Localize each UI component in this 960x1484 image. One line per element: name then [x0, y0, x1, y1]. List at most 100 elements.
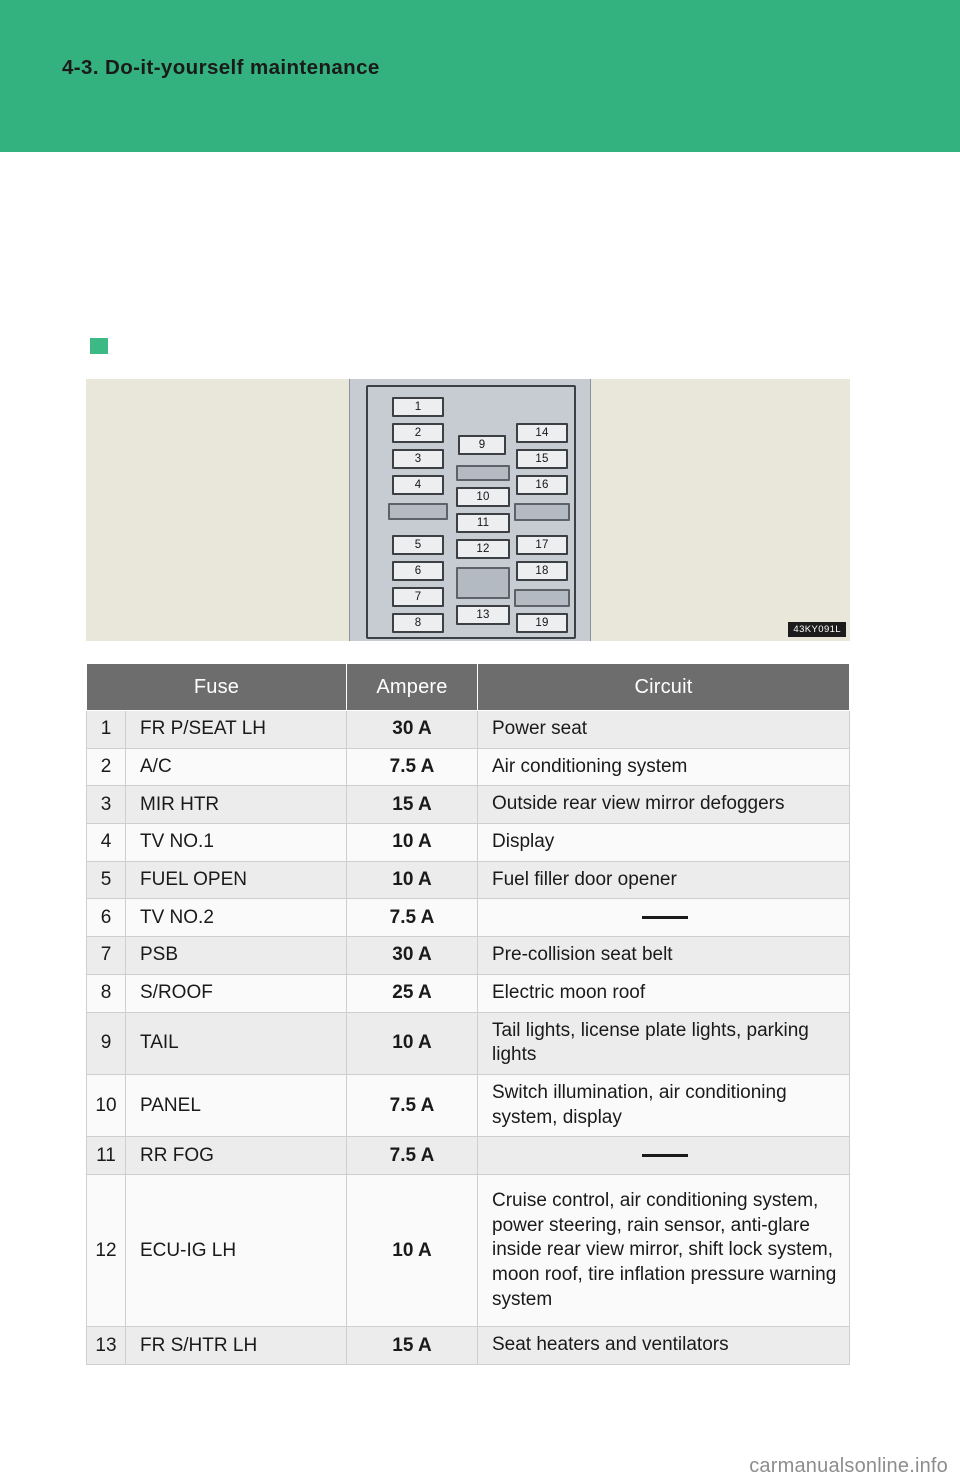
manual-page: 4-3. Do-it-yourself maintenance 1 2 3 4 … — [0, 0, 960, 1484]
cell-number: 13 — [86, 1326, 126, 1366]
column-header-circuit: Circuit — [477, 663, 850, 711]
cell-number: 9 — [86, 1011, 126, 1075]
table-row: 11 RR FOG 7.5 A — [86, 1136, 850, 1175]
cell-circuit: Tail lights, license plate lights, parki… — [477, 1011, 850, 1075]
page-header-band: 4-3. Do-it-yourself maintenance — [0, 0, 960, 152]
cell-number: 2 — [86, 747, 126, 787]
cell-number: 7 — [86, 936, 126, 975]
fuse-box-diagram: 1 2 3 4 5 6 7 8 9 10 11 12 13 14 15 16 1… — [366, 385, 576, 639]
cell-circuit — [477, 1136, 850, 1175]
table-row: 10 PANEL 7.5 A Switch illumination, air … — [86, 1073, 850, 1138]
cell-ampere: 30 A — [346, 710, 478, 749]
site-watermark: carmanualsonline.info — [749, 1455, 948, 1477]
cell-fuse-name: PANEL — [125, 1073, 347, 1138]
empty-circuit-dash — [641, 915, 688, 919]
fuse-table: Fuse Ampere Circuit 1 FR P/SEAT LH 30 A … — [86, 663, 850, 1366]
cell-ampere: 7.5 A — [346, 747, 478, 787]
cell-ampere: 15 A — [346, 785, 478, 825]
fuse-slot-7: 7 — [392, 587, 444, 607]
fuse-slot-11-label: 11 — [476, 517, 490, 529]
fuse-slot-15-label: 15 — [535, 453, 549, 465]
fuse-slot-14-label: 14 — [535, 427, 549, 439]
fuse-slot-4-label: 4 — [414, 479, 422, 491]
fuse-slot-13: 13 — [456, 605, 510, 625]
column-header-fuse: Fuse — [86, 663, 347, 711]
fuse-slot-13-label: 13 — [476, 609, 490, 621]
table-row: 6 TV NO.2 7.5 A — [86, 898, 850, 938]
fuse-slot-6-label: 6 — [414, 565, 422, 577]
cell-fuse-name: S/ROOF — [125, 973, 347, 1013]
cell-ampere: 7.5 A — [346, 1136, 478, 1175]
table-row: 1 FR P/SEAT LH 30 A Power seat — [86, 710, 850, 749]
fuse-slot-9: 9 — [458, 435, 506, 455]
fuse-slot-blank-right-1 — [514, 503, 570, 521]
cell-ampere: 7.5 A — [346, 898, 478, 938]
fuse-slot-18-label: 18 — [535, 565, 549, 577]
table-row: 5 FUEL OPEN 10 A Fuel filler door opener — [86, 860, 850, 900]
cell-circuit: Cruise control, air conditioning system,… — [477, 1173, 850, 1328]
cell-ampere: 25 A — [346, 973, 478, 1013]
cell-fuse-name: RR FOG — [125, 1136, 347, 1175]
cell-circuit: Outside rear view mirror defoggers — [477, 785, 850, 825]
empty-circuit-dash — [641, 1153, 688, 1157]
fuse-slot-12: 12 — [456, 539, 510, 559]
fuse-slot-15: 15 — [516, 449, 568, 469]
cell-fuse-name: FR P/SEAT LH — [125, 710, 347, 749]
cell-fuse-name: FUEL OPEN — [125, 860, 347, 900]
cell-number: 1 — [86, 710, 126, 749]
cell-number: 4 — [86, 823, 126, 862]
cell-circuit: Fuel filler door opener — [477, 860, 850, 900]
fuse-slot-blank-mid-2 — [456, 567, 510, 599]
fuse-slot-9-label: 9 — [478, 439, 486, 451]
fuse-slot-blank-left-1 — [388, 503, 448, 520]
table-row: 3 MIR HTR 15 A Outside rear view mirror … — [86, 785, 850, 825]
fuse-slot-16-label: 16 — [535, 479, 549, 491]
fuse-slot-17-label: 17 — [535, 539, 549, 551]
fuse-box-illustration: 1 2 3 4 5 6 7 8 9 10 11 12 13 14 15 16 1… — [86, 379, 850, 641]
fuse-slot-7-label: 7 — [414, 591, 422, 603]
cell-circuit: Display — [477, 823, 850, 862]
cell-fuse-name: TV NO.1 — [125, 823, 347, 862]
fuse-slot-5-label: 5 — [414, 539, 422, 551]
fuse-slot-blank-mid-1 — [456, 465, 510, 481]
fuse-slot-11: 11 — [456, 513, 510, 533]
fuse-table-head: Fuse Ampere Circuit — [86, 663, 850, 711]
fuse-slot-8-label: 8 — [414, 617, 422, 629]
cell-circuit: Pre-collision seat belt — [477, 936, 850, 975]
table-row: 13 FR S/HTR LH 15 A Seat heaters and ven… — [86, 1326, 850, 1366]
fuse-slot-3-label: 3 — [414, 453, 422, 465]
cell-fuse-name: A/C — [125, 747, 347, 787]
fuse-slot-2-label: 2 — [414, 427, 422, 439]
fuse-slot-14: 14 — [516, 423, 568, 443]
fuse-slot-6: 6 — [392, 561, 444, 581]
table-row: 7 PSB 30 A Pre-collision seat belt — [86, 936, 850, 975]
fuse-table-body: 1 FR P/SEAT LH 30 A Power seat 2 A/C 7.5… — [86, 710, 850, 1366]
table-header-row: Fuse Ampere Circuit — [86, 663, 850, 711]
fuse-slot-1: 1 — [392, 397, 444, 417]
table-row: 2 A/C 7.5 A Air conditioning system — [86, 747, 850, 787]
fuse-slot-5: 5 — [392, 535, 444, 555]
cell-number: 8 — [86, 973, 126, 1013]
fuse-slot-19: 19 — [516, 613, 568, 633]
section-bullet-icon — [90, 338, 108, 354]
cell-number: 12 — [86, 1173, 126, 1328]
cell-circuit: Switch illumination, air conditioning sy… — [477, 1073, 850, 1138]
fuse-slot-3: 3 — [392, 449, 444, 469]
cell-number: 10 — [86, 1073, 126, 1138]
fuse-slot-16: 16 — [516, 475, 568, 495]
cell-circuit — [477, 898, 850, 938]
cell-number: 5 — [86, 860, 126, 900]
cell-ampere: 10 A — [346, 1011, 478, 1075]
cell-circuit: Seat heaters and ventilators — [477, 1326, 850, 1366]
cell-ampere: 15 A — [346, 1326, 478, 1366]
cell-ampere: 30 A — [346, 936, 478, 975]
cell-fuse-name: ECU-IG LH — [125, 1173, 347, 1328]
page-footer-band: carmanualsonline.info — [0, 1434, 960, 1484]
cell-fuse-name: FR S/HTR LH — [125, 1326, 347, 1366]
fuse-slot-12-label: 12 — [476, 543, 490, 555]
table-row: 9 TAIL 10 A Tail lights, license plate l… — [86, 1011, 850, 1075]
cell-circuit: Electric moon roof — [477, 973, 850, 1013]
fuse-slot-blank-right-2 — [514, 589, 570, 607]
fuse-slot-1-label: 1 — [414, 401, 422, 413]
fuse-slot-10-label: 10 — [476, 491, 490, 503]
